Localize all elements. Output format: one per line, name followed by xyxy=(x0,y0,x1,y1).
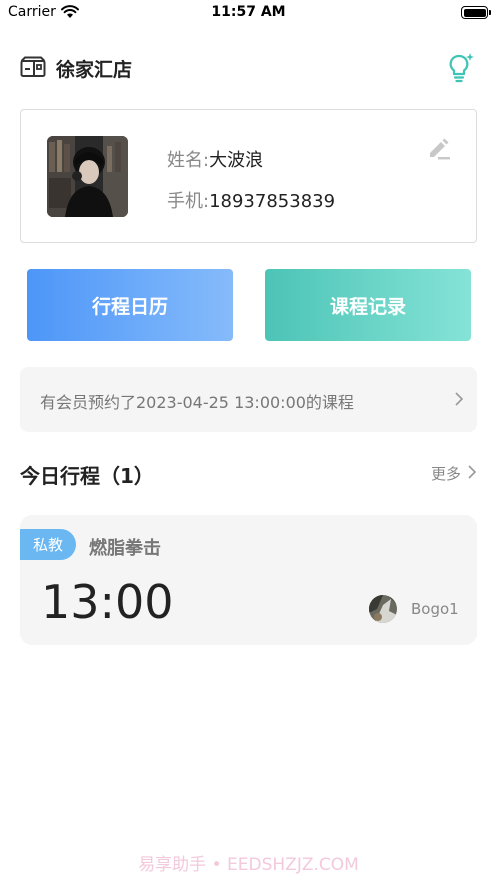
chevron-right-icon xyxy=(467,464,477,484)
session-type-tag: 私教 xyxy=(20,529,76,560)
schedule-calendar-button[interactable]: 行程日历 xyxy=(27,269,233,341)
store-icon xyxy=(20,56,46,82)
status-bar: Carrier 11:57 AM xyxy=(0,0,497,26)
battery-nub xyxy=(489,10,491,15)
chevron-right-icon xyxy=(454,391,464,411)
more-link[interactable]: 更多 xyxy=(431,463,477,484)
watermark: 易享助手 • EEDSHZJZ.COM xyxy=(138,855,359,875)
schedule-item[interactable]: 私教 燃脂拳击 13:00 Bogo1 xyxy=(20,515,477,645)
profile-card: 姓名:大波浪 手机:18937853839 xyxy=(20,109,477,243)
name-row: 姓名:大波浪 xyxy=(167,146,263,172)
top-header: 徐家汇店 xyxy=(0,48,497,88)
session-time: 13:00 xyxy=(41,575,174,629)
phone-value: 18937853839 xyxy=(209,191,336,212)
booking-notice[interactable]: 有会员预约了2023-04-25 13:00:00的课程 xyxy=(20,367,477,432)
status-time: 11:57 AM xyxy=(211,4,286,20)
more-label: 更多 xyxy=(431,465,462,483)
phone-label: 手机: xyxy=(167,191,210,212)
battery-icon xyxy=(461,6,488,19)
today-schedule-title: 今日行程（1） xyxy=(20,464,154,488)
coach-avatar xyxy=(369,595,397,623)
store-name[interactable]: 徐家汇店 xyxy=(56,55,132,82)
avatar[interactable] xyxy=(47,136,128,217)
name-value: 大波浪 xyxy=(209,150,264,171)
course-name: 燃脂拳击 xyxy=(89,538,161,559)
phone-row: 手机:18937853839 xyxy=(167,187,335,213)
pencil-icon[interactable] xyxy=(427,136,451,164)
lightbulb-icon[interactable] xyxy=(446,52,476,88)
coach-name: Bogo1 xyxy=(411,600,459,618)
name-label: 姓名: xyxy=(167,150,210,171)
course-records-button[interactable]: 课程记录 xyxy=(265,269,471,341)
notice-text: 有会员预约了2023-04-25 13:00:00的课程 xyxy=(40,393,354,412)
